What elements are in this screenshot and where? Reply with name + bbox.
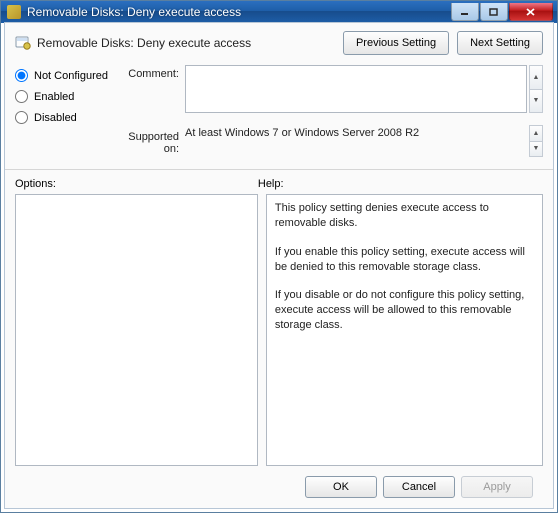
config-area: Not Configured Enabled Disabled Comment:	[5, 59, 553, 170]
policy-icon	[15, 35, 31, 51]
cancel-button[interactable]: Cancel	[383, 476, 455, 498]
radio-enabled[interactable]: Enabled	[15, 90, 115, 103]
dialog-button-row: OK Cancel Apply	[15, 466, 543, 508]
minimize-button[interactable]	[451, 3, 479, 21]
radio-enabled-input[interactable]	[15, 90, 28, 103]
supported-spin-up[interactable]: ▲	[529, 125, 543, 141]
supported-spinner: ▲ ▼	[529, 125, 543, 157]
supported-on-label: Supported on:	[115, 125, 185, 157]
maximize-button[interactable]	[480, 3, 508, 21]
comment-spin-down[interactable]: ▼	[529, 89, 543, 114]
window-title: Removable Disks: Deny execute access	[27, 5, 450, 19]
options-label: Options:	[15, 178, 258, 190]
comment-spin-up[interactable]: ▲	[529, 65, 543, 89]
comment-label: Comment:	[115, 65, 185, 115]
help-paragraph: If you enable this policy setting, execu…	[275, 245, 534, 275]
supported-on-value: At least Windows 7 or Windows Server 200…	[185, 125, 527, 157]
supported-spin-down[interactable]: ▼	[529, 141, 543, 158]
radio-not-configured-label: Not Configured	[34, 70, 108, 82]
policy-title: Removable Disks: Deny execute access	[37, 36, 335, 50]
help-label: Help:	[258, 178, 543, 190]
window-titlebar: Removable Disks: Deny execute access	[1, 1, 557, 23]
previous-setting-button[interactable]: Previous Setting	[343, 31, 449, 55]
radio-disabled-label: Disabled	[34, 112, 77, 124]
help-paragraph: This policy setting denies execute acces…	[275, 201, 534, 231]
window-system-icon	[7, 5, 21, 19]
radio-enabled-label: Enabled	[34, 91, 74, 103]
options-panel	[15, 194, 258, 466]
radio-disabled[interactable]: Disabled	[15, 111, 115, 124]
help-panel: This policy setting denies execute acces…	[266, 194, 543, 466]
close-button[interactable]	[509, 3, 553, 21]
client-area: Removable Disks: Deny execute access Pre…	[4, 22, 554, 509]
comment-textarea[interactable]	[185, 65, 527, 113]
panels: Options: Help: This policy setting denie…	[5, 170, 553, 508]
help-paragraph: If you disable or do not configure this …	[275, 288, 534, 333]
comment-spinner: ▲ ▼	[529, 65, 543, 113]
radio-not-configured[interactable]: Not Configured	[15, 69, 115, 82]
apply-button[interactable]: Apply	[461, 476, 533, 498]
window-controls	[450, 3, 553, 21]
radio-disabled-input[interactable]	[15, 111, 28, 124]
radio-not-configured-input[interactable]	[15, 69, 28, 82]
ok-button[interactable]: OK	[305, 476, 377, 498]
next-setting-button[interactable]: Next Setting	[457, 31, 543, 55]
header-row: Removable Disks: Deny execute access Pre…	[5, 23, 553, 59]
state-radio-group: Not Configured Enabled Disabled	[15, 65, 115, 169]
